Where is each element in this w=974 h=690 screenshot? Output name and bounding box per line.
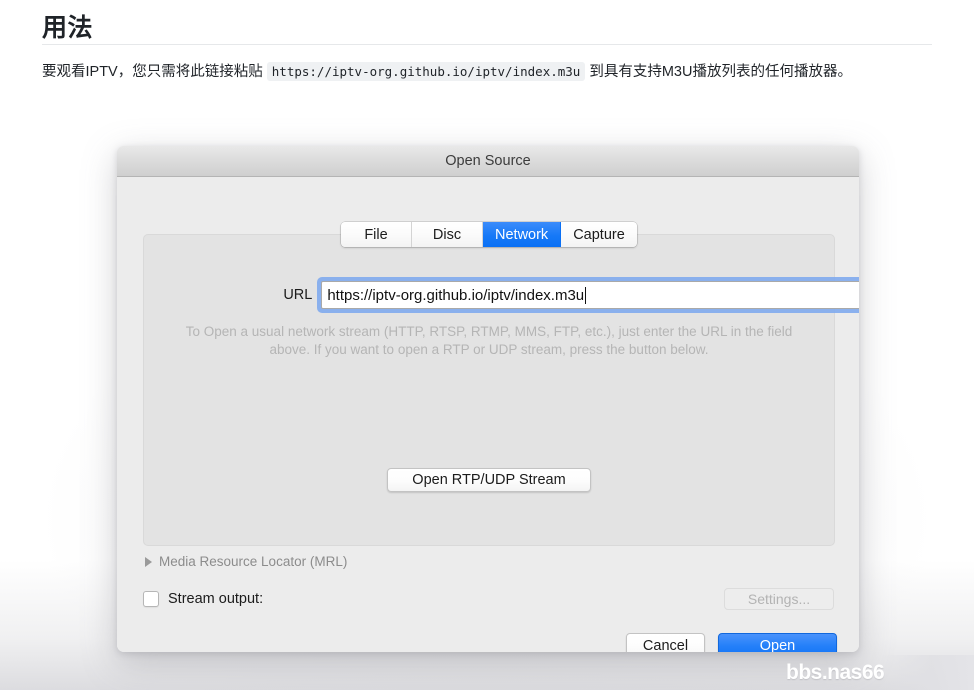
tab-disc[interactable]: Disc	[412, 222, 483, 247]
tab-network[interactable]: Network	[483, 222, 562, 247]
watermark-fade-overlay	[880, 655, 974, 690]
paragraph-text-before: 要观看IPTV，您只需将此链接粘贴	[42, 64, 267, 80]
cancel-button[interactable]: Cancel	[626, 633, 705, 652]
page-title: 用法	[42, 14, 94, 42]
stream-output-label: Stream output:	[168, 591, 264, 607]
dialog-title: Open Source	[445, 153, 531, 169]
network-hint-text: To Open a usual network stream (HTTP, RT…	[185, 324, 793, 357]
url-input[interactable]: https://iptv-org.github.io/iptv/index.m3…	[321, 281, 859, 309]
site-watermark: bbs.nas66	[786, 661, 885, 684]
dialog-body: File Disc Network Capture URL https://ip…	[117, 177, 859, 652]
dialog-titlebar: Open Source	[117, 146, 859, 177]
url-label: URL	[283, 287, 313, 303]
mrl-label: Media Resource Locator (MRL)	[159, 554, 348, 569]
open-button[interactable]: Open	[718, 633, 837, 652]
network-panel: URL https://iptv-org.github.io/iptv/inde…	[143, 234, 859, 546]
title-divider	[42, 44, 932, 45]
tab-file[interactable]: File	[341, 222, 412, 247]
stream-output-row: Stream output:	[143, 591, 263, 607]
mrl-disclosure-row[interactable]: Media Resource Locator (MRL)	[145, 554, 347, 569]
inline-code-url: https://iptv-org.github.io/iptv/index.m3…	[266, 62, 586, 81]
tab-capture[interactable]: Capture	[561, 222, 637, 247]
settings-button[interactable]: Settings...	[724, 588, 834, 610]
stream-output-checkbox[interactable]	[143, 591, 159, 607]
text-caret	[585, 286, 587, 304]
url-field-wrap: https://iptv-org.github.io/iptv/index.m3…	[317, 277, 859, 313]
open-rtp-udp-stream-button[interactable]: Open RTP/UDP Stream	[387, 468, 591, 492]
url-row: URL https://iptv-org.github.io/iptv/inde…	[144, 277, 859, 313]
url-input-value: https://iptv-org.github.io/iptv/index.m3…	[327, 286, 585, 304]
paragraph-text-after: 到具有支持M3U播放列表的任何播放器。	[585, 64, 852, 80]
open-source-dialog: Open Source File Disc Network Capture UR…	[117, 146, 859, 652]
usage-paragraph: 要观看IPTV，您只需将此链接粘贴 https://iptv-org.githu…	[42, 61, 942, 83]
source-tab-bar: File Disc Network Capture	[341, 222, 637, 247]
dialog-footer: Cancel Open	[117, 633, 859, 652]
disclosure-triangle-icon[interactable]	[145, 556, 152, 567]
